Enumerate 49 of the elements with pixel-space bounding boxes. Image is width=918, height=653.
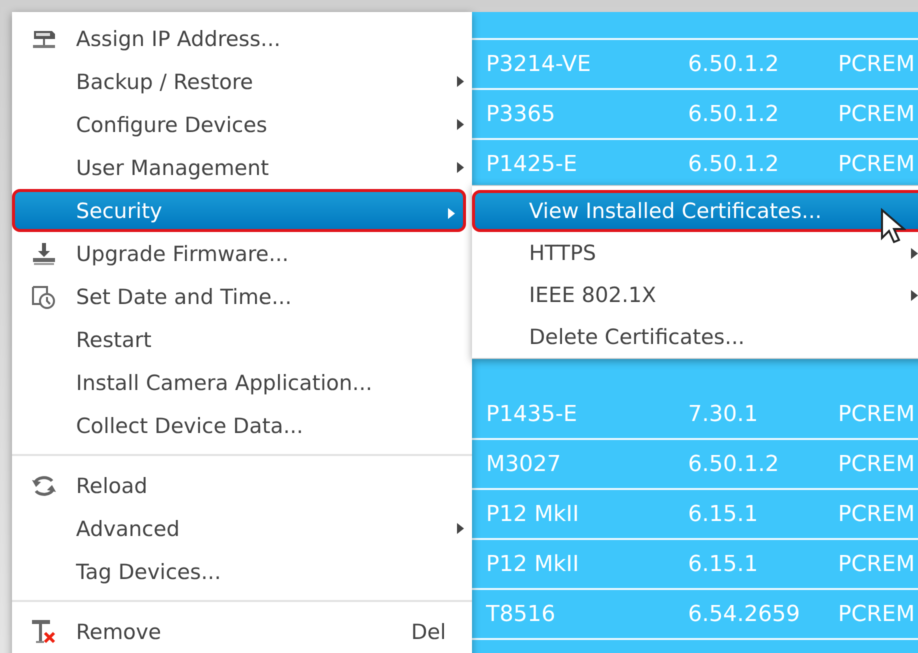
table-cell: PCREM (838, 502, 915, 526)
table-cell-text: M3027 (486, 452, 562, 476)
table-cell-text: 6.50.1.2 (688, 152, 780, 176)
table-cell-text: 7.30.1 (688, 402, 759, 426)
table-cell-text: 6.54.2659 (688, 602, 801, 626)
table-cell-text: 6.50.1.2 (688, 52, 780, 76)
table-cell-text: 6.50.1.2 (688, 452, 780, 476)
menu-item[interactable]: Remove Del (12, 610, 472, 653)
table-cell: PCREM (838, 452, 915, 476)
network-icon (30, 28, 58, 50)
table-cell-text: 6.15.1 (688, 502, 759, 526)
menu-item[interactable]: Delete Certificates... (472, 316, 918, 358)
table-cell-text: 6.50.1.2 (688, 102, 780, 126)
table-cell: PCREM (838, 152, 915, 176)
menu-item[interactable]: Advanced (12, 507, 472, 550)
menu-item[interactable]: View Installed Certificates... (472, 190, 918, 232)
table-cell: PCREM (838, 552, 915, 576)
menu-item[interactable]: Reload (12, 464, 472, 507)
menu-item[interactable]: HTTPS (472, 232, 918, 274)
menu-item[interactable]: Set Date and Time... (12, 275, 472, 318)
download-icon (30, 242, 58, 266)
table-cell: PCREM (838, 402, 915, 426)
menu-item[interactable]: User Management (12, 146, 472, 189)
table-cell-text: P12 MkII (486, 552, 580, 576)
menu-item[interactable]: IEEE 802.1X (472, 274, 918, 316)
menu-item[interactable]: Upgrade Firmware... (12, 232, 472, 275)
remove-device-icon (30, 618, 58, 646)
table-cell-text: 6.15.1 (688, 552, 759, 576)
table-cell-text: P3214-VE (486, 52, 592, 76)
table-cell-text: P12 MkII (486, 502, 580, 526)
table-cell-text: P1435-E (486, 402, 578, 426)
menu-item[interactable]: Assign IP Address... (12, 17, 472, 60)
table-cell-text: P1425-E (486, 152, 578, 176)
menu-item[interactable]: Collect Device Data... (12, 404, 472, 447)
table-cell-text: P3365 (486, 102, 556, 126)
menu-item[interactable]: Configure Devices (12, 103, 472, 146)
table-cell: PCREM (838, 602, 915, 626)
table-cell-text: T8516 (486, 602, 556, 626)
calendar-clock-icon (30, 284, 58, 310)
table-cell: PCREM (838, 52, 915, 76)
menu-item[interactable]: Security (12, 189, 466, 232)
mouse-cursor-icon (880, 208, 906, 244)
menu-item[interactable]: Restart (12, 318, 472, 361)
table-cell: PCREM (838, 102, 915, 126)
menu-item[interactable]: Tag Devices... (12, 550, 472, 593)
shortcut-label: Del (411, 620, 446, 644)
menu-item[interactable]: Backup / Restore (12, 60, 472, 103)
reload-icon (30, 475, 58, 497)
menu-item[interactable]: Install Camera Application... (12, 361, 472, 404)
